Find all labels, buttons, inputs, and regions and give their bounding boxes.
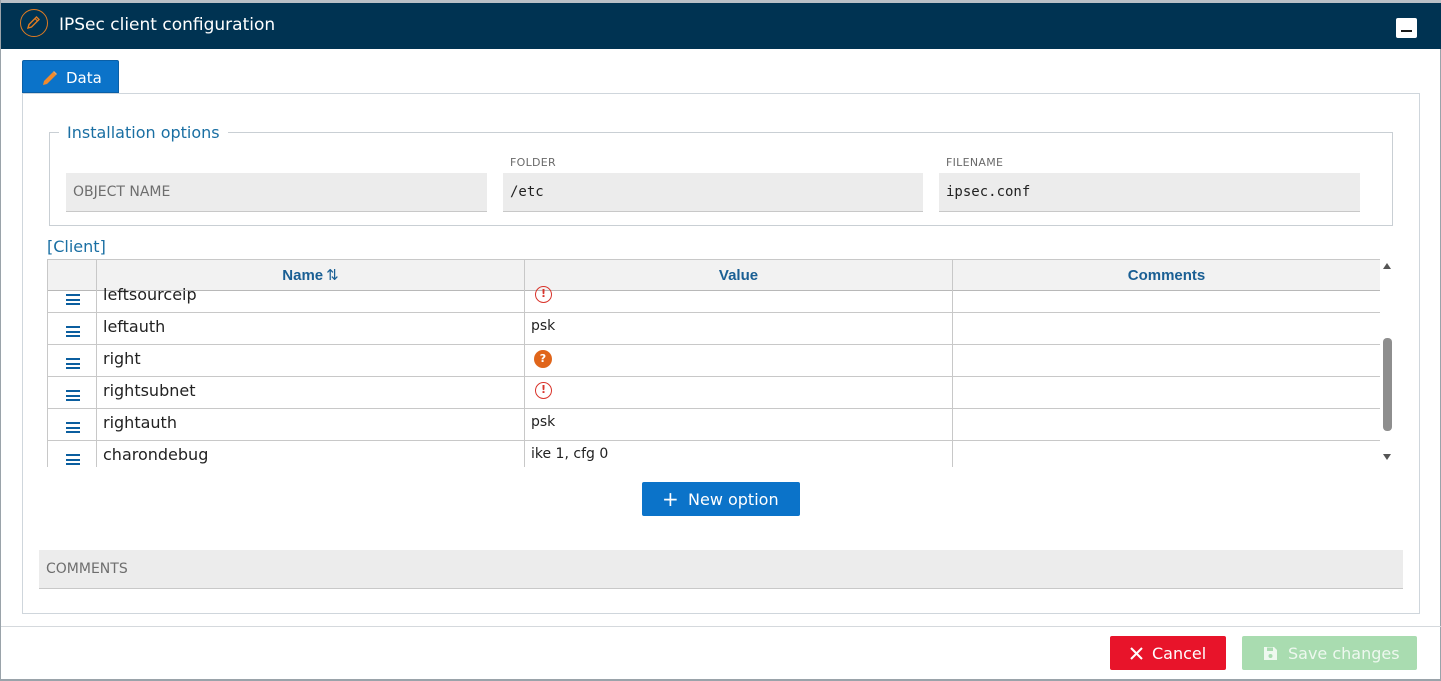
help-icon: ?	[534, 350, 552, 368]
row-name[interactable]: leftsourceip	[97, 281, 525, 313]
close-icon	[1130, 647, 1143, 660]
footer-divider	[1, 626, 1441, 627]
filename-field[interactable]	[939, 173, 1360, 212]
dialog-window: IPSec client configuration Data Installa…	[0, 0, 1441, 681]
error-icon: !	[535, 382, 552, 399]
drag-handle-icon	[66, 390, 80, 401]
row-comments[interactable]	[953, 441, 1380, 467]
folder-label: FOLDER	[510, 156, 556, 169]
drag-handle-icon	[66, 454, 80, 465]
drag-handle[interactable]	[48, 441, 97, 467]
row-value[interactable]: !	[525, 281, 953, 313]
row-value[interactable]: psk	[525, 313, 953, 345]
client-section-title: [Client]	[47, 237, 106, 256]
cancel-button[interactable]: Cancel	[1110, 636, 1226, 670]
cancel-label: Cancel	[1152, 644, 1207, 663]
drag-handle-icon	[66, 358, 80, 369]
folder-input[interactable]	[503, 173, 923, 211]
drag-handle[interactable]	[48, 345, 97, 377]
drag-handle[interactable]	[48, 281, 97, 313]
new-option-label: New option	[688, 490, 779, 509]
row-comments[interactable]	[953, 313, 1380, 345]
edit-pencil-icon	[20, 9, 48, 37]
object-name-input[interactable]	[66, 173, 487, 211]
table-row[interactable]: rightauth psk	[48, 409, 1380, 441]
row-comments[interactable]	[953, 281, 1380, 313]
save-changes-label: Save changes	[1288, 644, 1400, 663]
new-option-button[interactable]: + New option	[642, 482, 800, 516]
options-grid[interactable]: Name ⇅ Value Comments leftsourceip ! left…	[47, 259, 1380, 467]
table-row[interactable]: leftsourceip !	[48, 281, 1380, 313]
row-comments[interactable]	[953, 409, 1380, 441]
filename-input[interactable]	[939, 173, 1360, 211]
minimize-button[interactable]	[1396, 18, 1417, 38]
table-row[interactable]: leftauth psk	[48, 313, 1380, 345]
drag-handle-icon	[66, 326, 80, 337]
minimize-icon	[1401, 30, 1412, 32]
grid-scrollbar[interactable]	[1381, 259, 1393, 467]
tab-data-label: Data	[66, 69, 102, 87]
scroll-down-icon[interactable]	[1383, 454, 1391, 460]
row-value[interactable]: ?	[525, 345, 953, 377]
dialog-title: IPSec client configuration	[59, 15, 276, 35]
row-value[interactable]: !	[525, 377, 953, 409]
folder-field[interactable]	[503, 173, 923, 212]
drag-handle[interactable]	[48, 377, 97, 409]
table-row[interactable]: rightsubnet !	[48, 377, 1380, 409]
tab-data[interactable]: Data	[22, 60, 119, 93]
floppy-disk-icon	[1264, 647, 1277, 660]
row-name[interactable]: right	[97, 345, 525, 377]
comments-field[interactable]	[39, 550, 1403, 589]
drag-handle-icon	[66, 422, 80, 433]
title-bar[interactable]: IPSec client configuration	[1, 3, 1441, 49]
comments-input[interactable]	[39, 550, 1403, 588]
scroll-thumb[interactable]	[1383, 338, 1392, 431]
row-comments[interactable]	[953, 345, 1380, 377]
error-icon: !	[535, 286, 552, 303]
row-name[interactable]: charondebug	[97, 441, 525, 467]
plus-icon: +	[662, 487, 679, 511]
drag-handle-icon	[66, 294, 80, 305]
drag-handle[interactable]	[48, 313, 97, 345]
row-name[interactable]: rightauth	[97, 409, 525, 441]
save-changes-button[interactable]: Save changes	[1242, 636, 1417, 670]
scroll-up-icon[interactable]	[1383, 263, 1391, 269]
row-name[interactable]: rightsubnet	[97, 377, 525, 409]
row-value[interactable]: ike 1, cfg 0	[525, 441, 953, 467]
table-row[interactable]: right ?	[48, 345, 1380, 377]
row-name[interactable]: leftauth	[97, 313, 525, 345]
table-row[interactable]: charondebug ike 1, cfg 0	[48, 441, 1380, 467]
row-comments[interactable]	[953, 377, 1380, 409]
drag-handle[interactable]	[48, 409, 97, 441]
row-value[interactable]: psk	[525, 409, 953, 441]
object-name-field[interactable]	[66, 173, 487, 212]
installation-options-legend: Installation options	[59, 123, 228, 142]
filename-label: FILENAME	[946, 156, 1004, 169]
pencil-icon	[43, 71, 57, 85]
